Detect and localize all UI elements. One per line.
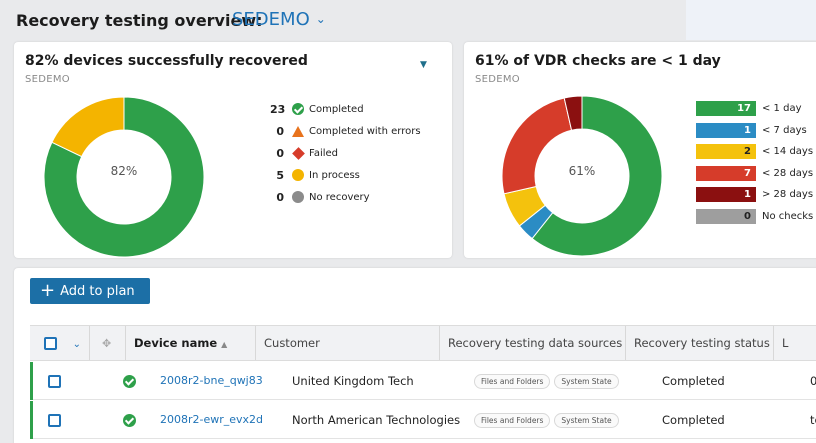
top-bar: Recovery testing overview: SEDEMO ⌄ <box>0 0 816 40</box>
failed-icon <box>292 146 305 160</box>
customer-select-value: SEDEMO <box>232 9 310 30</box>
column-label: L <box>782 336 789 350</box>
legend-swatch-count: 1 <box>696 122 756 138</box>
legend-swatch-count: 2 <box>696 144 756 160</box>
legend-label: Completed <box>309 103 364 115</box>
page-title: Recovery testing overview: <box>16 11 263 30</box>
status-cell: Completed <box>662 374 725 388</box>
pin-header: ✥ <box>90 326 126 360</box>
devices-panel: + Add to plan ⌄ ✥ Device name ▲ Customer … <box>14 268 816 443</box>
legend-label: < 1 day <box>762 103 802 115</box>
legend-swatch-count: 17 <box>696 101 756 117</box>
vdr-checks-card: 61% of VDR checks are < 1 day SEDEMO 61%… <box>464 42 816 258</box>
row-status-bar <box>30 362 33 400</box>
column-label: Recovery testing status <box>634 336 770 350</box>
plus-icon: + <box>40 280 56 301</box>
next-cell: 0 <box>810 374 816 388</box>
slice-28-days <box>501 97 573 195</box>
warning-icon <box>292 125 304 137</box>
donut-center-label: 82% <box>110 164 138 178</box>
source-chip: Files and Folders <box>474 413 551 428</box>
select-all-header: ⌄ <box>30 326 90 360</box>
legend-label: Failed <box>309 147 339 159</box>
legend-item-completed-with-errors: 0 Completed with errors <box>270 120 421 142</box>
legend-label: < 7 days <box>762 124 807 136</box>
column-device-name[interactable]: Device name ▲ <box>126 326 256 360</box>
legend-count: 23 <box>270 102 286 116</box>
source-chip: System State <box>554 374 619 389</box>
legend-count: 0 <box>276 146 284 160</box>
column-next[interactable]: L <box>774 326 816 360</box>
pin-icon[interactable]: ✥ <box>102 337 111 350</box>
card-title: 61% of VDR checks are < 1 day <box>475 53 721 69</box>
column-customer[interactable]: Customer <box>256 326 440 360</box>
column-data-sources[interactable]: Recovery testing data sources <box>440 326 626 360</box>
devices-recovered-card: 82% devices successfully recovered SEDEM… <box>14 42 452 258</box>
slice-in-process <box>51 96 125 158</box>
source-chip: System State <box>554 413 619 428</box>
card-subtitle: SEDEMO <box>475 74 520 85</box>
vdr-legend: 17 < 1 day 1 < 7 days 2 < 14 days 7 < 28… <box>696 98 813 227</box>
legend-swatch-count: 1 <box>696 187 756 203</box>
customer-select[interactable]: SEDEMO ⌄ <box>232 9 326 30</box>
legend-label: > 28 days <box>762 189 814 201</box>
legend-item-gt-28-days: 1 > 28 days <box>696 184 813 206</box>
card-title: 82% devices successfully recovered <box>25 53 308 69</box>
row-status-bar <box>30 401 33 439</box>
legend-label: < 14 days <box>762 146 814 158</box>
legend-count: 0 <box>276 124 284 138</box>
check-circle-icon <box>123 414 136 427</box>
customer-cell: United Kingdom Tech <box>292 374 414 388</box>
device-name-link[interactable]: 2008r2-ewr_evx2d <box>160 401 263 439</box>
add-to-plan-label: Add to plan <box>60 283 135 299</box>
legend-count: 5 <box>276 168 284 182</box>
column-label: Device name <box>134 336 218 350</box>
legend-label: No checks <box>762 210 814 222</box>
check-circle-icon <box>123 375 136 388</box>
table-row[interactable]: 2008r2-ewr_evx2d North American Technolo… <box>30 401 816 439</box>
chevron-down-icon: ⌄ <box>315 12 326 26</box>
legend-item-failed: 0 Failed <box>270 142 421 164</box>
legend-item-completed: 23 Completed <box>270 98 421 120</box>
legend-item-no-recovery: 0 No recovery <box>270 186 421 208</box>
card-menu-caret-icon[interactable]: ▼ <box>420 60 427 70</box>
legend-swatch-count: 0 <box>696 208 756 224</box>
legend-item-lt-1-day: 17 < 1 day <box>696 98 813 120</box>
row-checkbox[interactable] <box>48 375 61 388</box>
next-cell: te <box>810 413 816 427</box>
table-row[interactable]: 2008r2-bne_qwj83 United Kingdom Tech Fil… <box>30 362 816 400</box>
sort-asc-icon: ▲ <box>221 340 228 349</box>
in-process-icon <box>292 169 304 181</box>
legend-label: < 28 days <box>762 167 814 179</box>
legend-item-no-checks: 0 No checks <box>696 206 813 228</box>
sources-cell: Files and Folders System State <box>474 362 623 400</box>
legend-label: No recovery <box>309 191 370 203</box>
add-to-plan-button[interactable]: + Add to plan <box>30 278 150 304</box>
legend-label: Completed with errors <box>309 125 421 137</box>
check-circle-icon <box>292 103 304 115</box>
source-chip: Files and Folders <box>474 374 551 389</box>
legend-item-in-process: 5 In process <box>270 164 421 186</box>
column-label: Recovery testing data sources <box>448 336 623 350</box>
table-header: ⌄ ✥ Device name ▲ Customer Recovery testi… <box>30 325 816 361</box>
device-name-link[interactable]: 2008r2-bne_qwj83 <box>160 362 263 400</box>
customer-cell: North American Technologies <box>292 413 461 427</box>
recovery-legend: 23 Completed 0 Completed with errors 0 F… <box>270 98 421 208</box>
legend-swatch-count: 7 <box>696 165 756 181</box>
card-subtitle: SEDEMO <box>25 74 70 85</box>
column-label: Customer <box>264 336 320 350</box>
legend-label: In process <box>309 169 360 181</box>
row-checkbox[interactable] <box>48 414 61 427</box>
legend-item-lt-28-days: 7 < 28 days <box>696 163 813 185</box>
legend-count: 0 <box>276 190 284 204</box>
no-recovery-icon <box>292 191 304 203</box>
select-all-checkbox[interactable] <box>44 337 57 350</box>
legend-item-lt-7-days: 1 < 7 days <box>696 120 813 142</box>
chevron-down-icon[interactable]: ⌄ <box>73 339 81 350</box>
column-testing-status[interactable]: Recovery testing status <box>626 326 774 360</box>
status-cell: Completed <box>662 413 725 427</box>
legend-item-lt-14-days: 2 < 14 days <box>696 141 813 163</box>
sources-cell: Files and Folders System State <box>474 401 623 439</box>
donut-center-label: 61% <box>568 164 596 178</box>
